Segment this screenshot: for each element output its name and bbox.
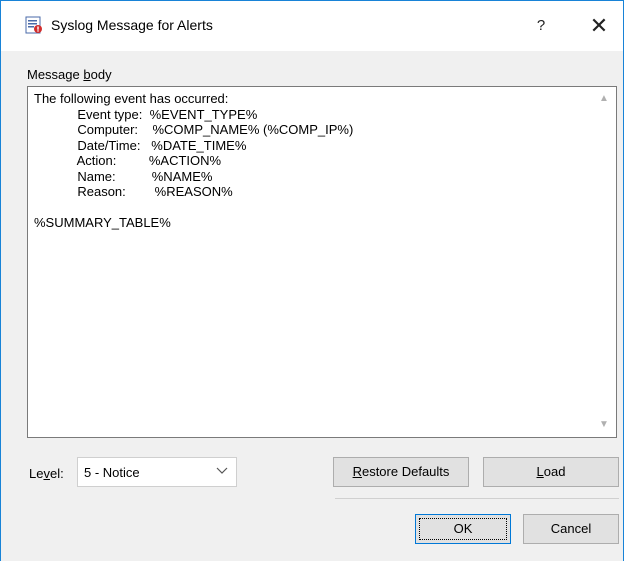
close-icon: ✕	[589, 13, 609, 38]
help-button[interactable]: ?	[521, 9, 561, 43]
level-selected-value: 5 - Notice	[84, 465, 140, 480]
message-body-text[interactable]: The following event has occurred: Event …	[34, 91, 594, 231]
scroll-down-icon[interactable]: ▼	[598, 419, 610, 431]
syslog-app-icon	[25, 16, 43, 34]
message-body-textarea[interactable]: The following event has occurred: Event …	[27, 86, 617, 438]
window-title: Syslog Message for Alerts	[51, 17, 213, 33]
help-icon: ?	[536, 17, 546, 34]
divider	[335, 498, 619, 499]
message-body-label: Message body	[27, 67, 112, 82]
level-dropdown[interactable]: 5 - Notice	[77, 457, 237, 487]
cancel-button[interactable]: Cancel	[523, 514, 619, 544]
title-bar: Syslog Message for Alerts ? ✕	[1, 1, 623, 51]
level-label: Level:	[29, 466, 64, 481]
syslog-message-dialog: Syslog Message for Alerts ? ✕ Message bo…	[0, 0, 624, 561]
load-button[interactable]: Load	[483, 457, 619, 487]
ok-button[interactable]: OK	[415, 514, 511, 544]
scroll-up-icon[interactable]: ▲	[598, 93, 610, 105]
chevron-down-icon	[216, 464, 228, 479]
restore-defaults-button[interactable]: Restore Defaults	[333, 457, 469, 487]
close-button[interactable]: ✕	[577, 9, 621, 43]
